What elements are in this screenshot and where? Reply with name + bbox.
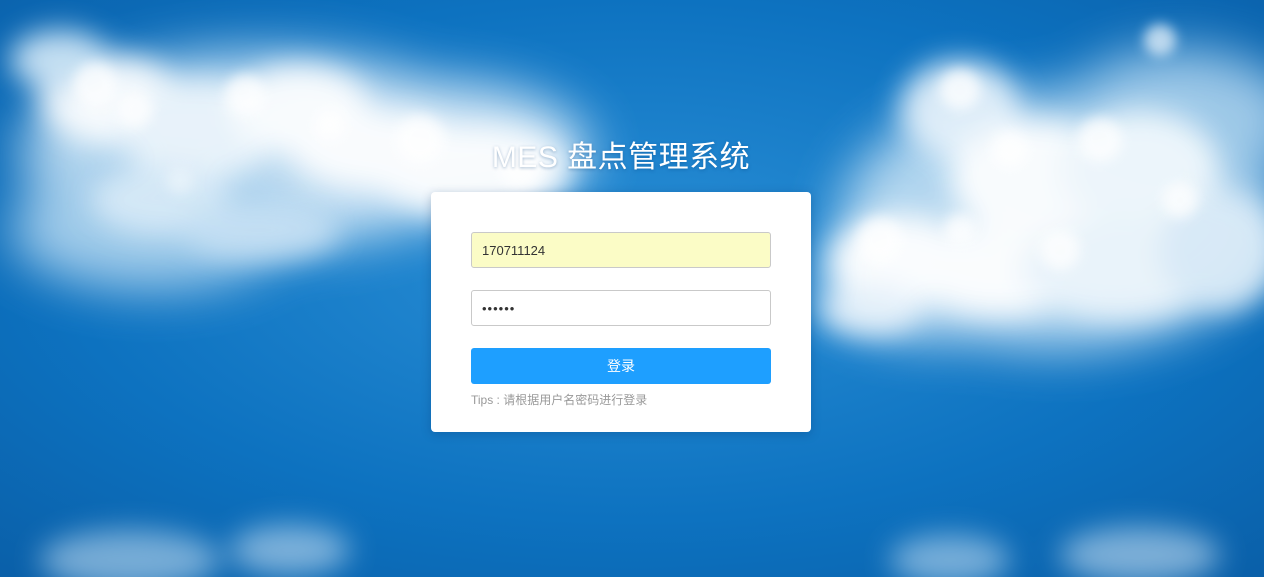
login-button[interactable]: 登录: [471, 348, 771, 384]
username-input[interactable]: [471, 232, 771, 268]
password-input[interactable]: [471, 290, 771, 326]
login-tips: Tips : 请根据用户名密码进行登录: [471, 393, 648, 407]
page-title: MES 盘点管理系统: [491, 141, 751, 175]
login-card: 登录 Tips : 请根据用户名密码进行登录: [431, 192, 811, 432]
